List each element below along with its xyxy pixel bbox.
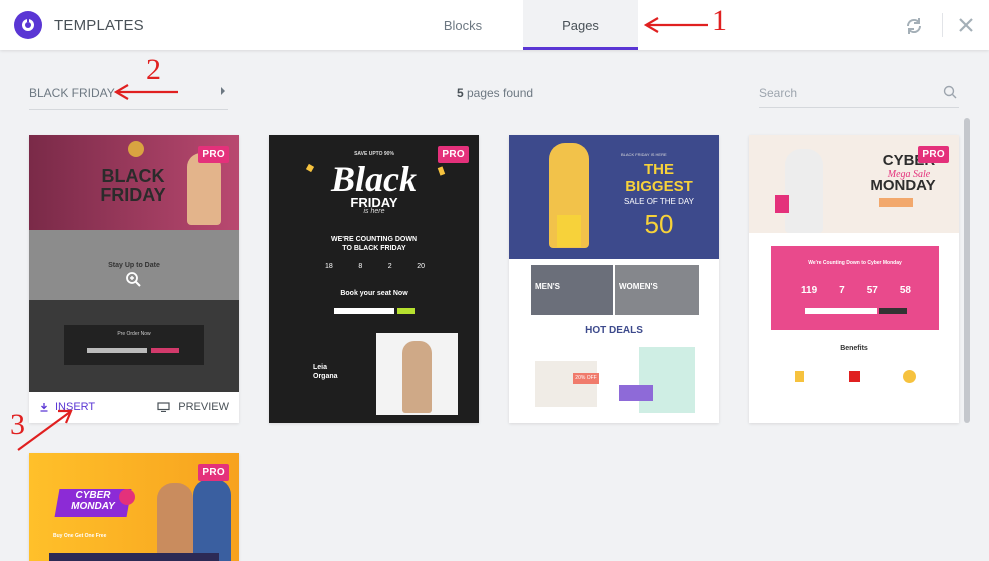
countdown-value: 57 [866,285,878,296]
countdown-value: 2 [387,263,392,270]
card-text: Book your seat Now [340,290,408,297]
results-count: 5 pages found [410,86,580,100]
card-text: BLACK FRIDAY IS HERE [621,152,667,157]
annotation-number-2: 2 [146,53,161,86]
card-text: Pre Order Now [117,331,151,337]
pro-badge: PRO [918,146,949,163]
tab-blocks[interactable]: Blocks [412,0,514,50]
card-text: We're Counting Down to Cyber Monday [808,260,902,266]
countdown-value: 20 [417,263,425,270]
card-text: 20% OFF [573,373,599,384]
template-thumbnail[interactable]: BLACK FRIDAY Stay Up to Date Pre Order N… [29,135,239,392]
header-divider [942,13,943,37]
template-card-4[interactable]: CYBER Mega Sale MONDAY We're Counting Do… [749,135,959,423]
card-text: THE [644,161,674,178]
close-icon[interactable] [955,14,977,36]
template-thumbnail[interactable]: BLACK FRIDAY IS HERE THE BIGGEST SALE OF… [509,135,719,423]
card-footer: INSERT PREVIEW [29,392,239,423]
countdown-value: 8 [358,263,363,270]
card-text: WOMEN'S [619,282,658,291]
template-card-1[interactable]: BLACK FRIDAY Stay Up to Date Pre Order N… [29,135,239,423]
card-text: Stay Up to Date [108,262,160,269]
templates-header: TEMPLATES Blocks Pages [0,0,989,50]
caret-right-icon [221,87,225,95]
category-select[interactable]: BLACK FRIDAY [29,80,228,110]
card-text: Buy One Get One Free [53,533,107,539]
template-thumbnail[interactable]: SAVE UPTO 90% Black FRIDAY is here WE'RE… [269,135,479,423]
monitor-icon [157,402,170,412]
search-icon[interactable] [943,85,957,99]
template-card-5[interactable]: CYBER MONDAY Buy One Get One Free PRO [29,453,239,561]
pro-badge: PRO [198,464,229,481]
preview-label: PREVIEW [178,401,229,413]
search-input[interactable] [759,82,934,104]
countdown-value: 119 [801,285,818,296]
zoom-icon[interactable] [125,271,141,287]
countdown-value: 58 [899,285,911,296]
card-text: Organa [313,373,338,380]
card-text: Black [331,159,417,199]
template-card-2[interactable]: SAVE UPTO 90% Black FRIDAY is here WE'RE… [269,135,479,423]
card-text: MONDAY [71,501,115,512]
card-text: BLACK [101,166,165,186]
card-text: SALE OF THE DAY [624,197,694,206]
card-text: 50 [644,209,674,239]
results-count-number: 5 [456,86,464,100]
template-thumbnail[interactable]: CYBER Mega Sale MONDAY We're Counting Do… [749,135,959,423]
template-card-3[interactable]: BLACK FRIDAY IS HERE THE BIGGEST SALE OF… [509,135,719,423]
pro-badge: PRO [438,146,469,163]
logo-icon [14,11,42,39]
preview-button[interactable]: PREVIEW [157,401,229,413]
tab-pages[interactable]: Pages [523,0,638,50]
countdown-value: 7 [839,285,845,296]
card-text: TO BLACK FRIDAY [342,245,406,252]
insert-label: INSERT [55,401,96,413]
modal-title: TEMPLATES [54,17,144,34]
card-text: FRIDAY [100,185,166,205]
card-text: WE'RE COUNTING DOWN [330,236,418,243]
card-text: HOT DEALS [585,325,643,336]
card-text: MEN'S [535,282,561,291]
results-count-text: pages found [466,86,534,100]
card-text: MONDAY [870,177,936,194]
insert-button[interactable]: INSERT [39,401,95,413]
card-text: BIGGEST [625,178,693,195]
card-text: Benefits [840,345,868,352]
search-box [759,80,959,108]
annotation-number-3: 3 [10,408,25,441]
sync-icon[interactable] [903,15,925,37]
card-text: is here [363,208,385,215]
scrollbar-thumb[interactable] [964,118,970,423]
card-text: Leia [313,364,328,371]
countdown-value: 18 [325,263,333,270]
annotation-number-1: 1 [712,4,727,37]
download-icon [40,403,48,412]
category-select-value: BLACK FRIDAY [29,86,115,100]
pro-badge: PRO [198,146,229,163]
